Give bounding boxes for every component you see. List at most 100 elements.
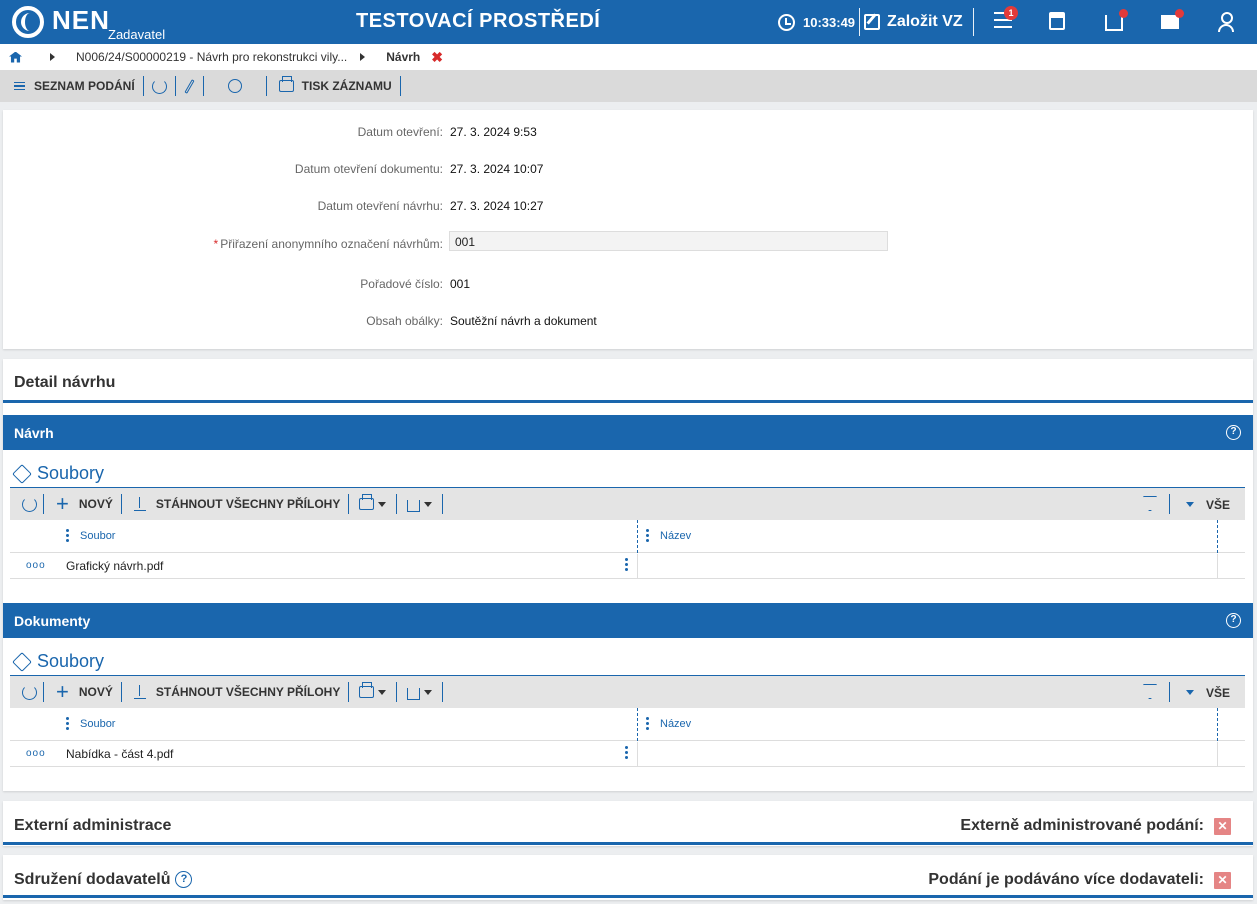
refresh-button[interactable] <box>146 70 173 102</box>
inbox-alert-dot <box>1119 9 1128 18</box>
list-submissions-button[interactable]: SEZNAM PODÁNÍ <box>0 70 141 102</box>
toolbar-separator <box>396 682 398 702</box>
toolbar-separator <box>202 76 204 96</box>
section-divider <box>3 400 1253 403</box>
new-file-button[interactable]: + NOVÝ <box>46 676 119 708</box>
mail-alert-dot <box>1175 9 1184 18</box>
row-actions-icon[interactable]: ooo <box>26 560 46 571</box>
breadcrumb: N006/24/S00000219 - Návrh pro rekonstruk… <box>0 44 1257 70</box>
info-label: Datum otevření návrhu: <box>317 199 443 213</box>
column-menu-icon[interactable] <box>646 717 649 732</box>
filter-all-dropdown[interactable]: VŠE <box>1182 676 1230 709</box>
info-label: Datum otevření: <box>357 125 443 139</box>
download-all-button[interactable]: STÁHNOUT VŠECHNY PŘÍLOHY <box>124 488 346 520</box>
award-button[interactable] <box>206 70 264 102</box>
edit-icon <box>864 14 881 30</box>
printer-icon <box>359 494 375 510</box>
multi-supplier-label: Podání je podáváno více dodavateli: <box>928 871 1204 888</box>
grid-refresh-button[interactable] <box>10 488 41 520</box>
mail-icon[interactable] <box>1161 9 1184 32</box>
file-name-cell[interactable]: Grafický návrh.pdf <box>66 559 163 573</box>
navrh-header: Návrh ? <box>3 415 1253 450</box>
close-icon[interactable]: ✖ <box>431 49 443 66</box>
column-divider <box>637 520 638 553</box>
dokumenty-grid-header: Soubor Název <box>10 708 1245 741</box>
menu-icon[interactable]: 1 <box>994 6 1018 32</box>
new-file-button[interactable]: + NOVÝ <box>46 488 119 520</box>
info-row: Pořadové číslo: 001 <box>3 277 1253 297</box>
cell-menu-icon[interactable] <box>625 558 628 573</box>
supplier-association-section: Sdružení dodavatelů? Podání je podáváno … <box>3 855 1253 900</box>
print-dropdown[interactable] <box>351 676 394 708</box>
column-menu-icon[interactable] <box>646 529 649 544</box>
award-icon <box>227 79 242 93</box>
refresh-icon <box>22 496 37 512</box>
filter-all-dropdown[interactable]: VŠE <box>1182 488 1230 521</box>
info-row: Datum otevření: 27. 3. 2024 9:53 <box>3 125 1253 145</box>
help-icon[interactable]: ? <box>175 871 193 889</box>
calculator-icon[interactable] <box>1049 12 1069 32</box>
export-dropdown[interactable] <box>399 676 440 708</box>
inbox-icon[interactable] <box>1105 9 1128 32</box>
caret-down-icon <box>424 501 433 507</box>
info-value: 27. 3. 2024 10:07 <box>450 162 544 176</box>
print-record-button[interactable]: TISK ZÁZNAMU <box>269 70 398 102</box>
toolbar-separator <box>43 682 44 702</box>
info-row: Datum otevření dokumentu: 27. 3. 2024 10… <box>3 162 1253 182</box>
column-menu-icon[interactable] <box>66 529 69 544</box>
filter-icon[interactable] <box>1143 496 1157 511</box>
home-icon[interactable] <box>9 51 22 63</box>
supplier-association-title: Sdružení dodavatelů <box>14 871 171 888</box>
print-record-label: TISK ZÁZNAMU <box>301 79 392 93</box>
nen-logo[interactable]: NEN Zadavatel <box>0 0 250 44</box>
header-separator <box>972 8 974 36</box>
toolbar-separator <box>174 76 176 96</box>
cell-menu-icon[interactable] <box>625 746 628 761</box>
logo-subtitle: Zadavatel <box>108 27 166 42</box>
column-divider <box>637 708 638 741</box>
row-actions-icon[interactable]: ooo <box>26 748 46 759</box>
toolbar-separator <box>442 682 444 702</box>
toolbar-separator <box>1169 494 1170 514</box>
info-label: Obsah obálky: <box>366 314 443 328</box>
help-icon[interactable]: ? <box>1226 425 1241 440</box>
toolbar-separator <box>396 494 398 514</box>
filter-icon[interactable] <box>1143 684 1157 699</box>
table-row[interactable]: ooo Nabídka - část 4.pdf <box>10 742 1245 767</box>
dokumenty-header: Dokumenty ? <box>3 603 1253 638</box>
column-header-soubor[interactable]: Soubor <box>80 718 115 730</box>
external-admin-title: Externí administrace <box>14 817 172 834</box>
column-menu-icon[interactable] <box>66 717 69 732</box>
pencil-icon <box>184 78 195 94</box>
external-admin-section: Externí administrace Externě administrov… <box>3 801 1253 846</box>
column-header-nazev[interactable]: Název <box>660 530 691 542</box>
breadcrumb-arrow-icon <box>360 53 366 61</box>
column-header-nazev[interactable]: Název <box>660 718 691 730</box>
list-submissions-label: SEZNAM PODÁNÍ <box>34 79 135 93</box>
help-icon[interactable]: ? <box>1226 613 1241 628</box>
section-divider <box>3 842 1253 845</box>
export-dropdown[interactable] <box>399 488 440 520</box>
print-dropdown[interactable] <box>351 488 394 520</box>
column-divider <box>1217 554 1218 579</box>
tag-icon <box>12 463 32 484</box>
toolbar-separator <box>265 76 267 96</box>
list-icon <box>14 80 25 93</box>
create-contract-label: Založit VZ <box>887 13 963 30</box>
dokumenty-files-title: Soubory <box>12 651 104 672</box>
file-name-cell[interactable]: Nabídka - část 4.pdf <box>66 747 173 761</box>
column-divider <box>1217 708 1218 741</box>
breadcrumb-item-contract[interactable]: N006/24/S00000219 - Návrh pro rekonstruk… <box>76 50 347 64</box>
navrh-grid-header: Soubor Název <box>10 520 1245 553</box>
required-marker: * <box>213 237 219 251</box>
table-row[interactable]: ooo Grafický návrh.pdf <box>10 554 1245 579</box>
user-icon[interactable] <box>1218 12 1238 32</box>
column-header-soubor[interactable]: Soubor <box>80 530 115 542</box>
edit-button[interactable] <box>178 70 201 102</box>
create-contract-button[interactable]: Založit VZ <box>864 13 963 31</box>
environment-title: TESTOVACÍ PROSTŘEDÍ <box>356 10 601 32</box>
download-all-button[interactable]: STÁHNOUT VŠECHNY PŘÍLOHY <box>124 676 346 708</box>
anonymous-label-input[interactable]: 001 <box>449 231 888 251</box>
toolbar-separator <box>1169 682 1170 702</box>
grid-refresh-button[interactable] <box>10 676 41 708</box>
